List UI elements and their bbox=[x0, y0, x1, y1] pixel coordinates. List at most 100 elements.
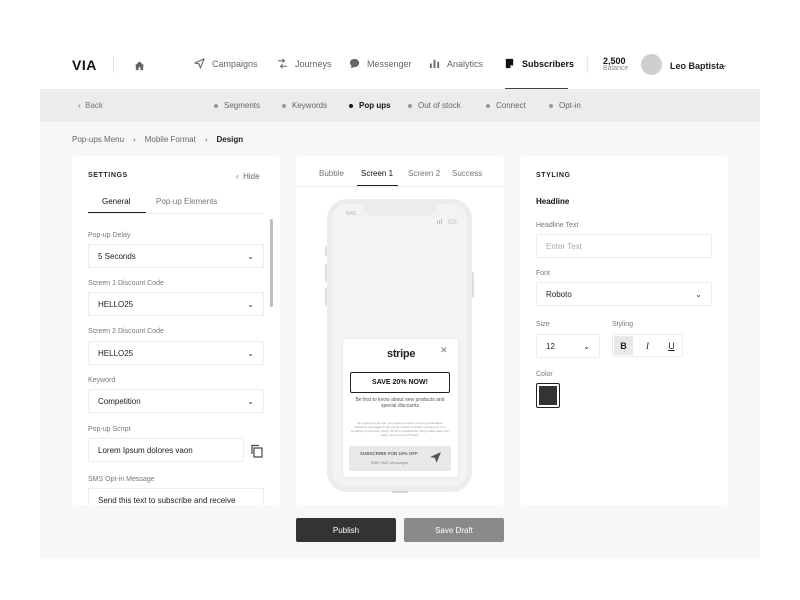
nav-messenger[interactable]: Messenger bbox=[349, 58, 412, 69]
breadcrumb-item[interactable]: Mobile Format bbox=[145, 135, 196, 144]
bold-button[interactable]: B bbox=[614, 336, 633, 355]
chevron-down-icon: ⌄ bbox=[247, 299, 254, 309]
select-value: Competition bbox=[98, 396, 141, 406]
size-select[interactable]: 12 ⌄ bbox=[536, 334, 600, 358]
hide-label: Hide bbox=[243, 172, 260, 181]
field-label: Color bbox=[536, 371, 553, 378]
popup-script-input[interactable]: Lorem Ipsum dolores vaon bbox=[88, 438, 244, 462]
nav-messenger-label: Messenger bbox=[367, 58, 412, 69]
field-label: Screen 2 Discount Code bbox=[88, 328, 164, 335]
phone-button bbox=[472, 272, 474, 298]
chevron-down-icon: ⌄ bbox=[247, 251, 254, 261]
styling-title: STYLING bbox=[536, 172, 571, 179]
balance-label: Balance bbox=[603, 65, 629, 72]
phone-home-indicator bbox=[392, 491, 408, 493]
popup-cta-button[interactable]: SAVE 20% NOW! bbox=[350, 372, 450, 393]
chevron-down-icon: ⌄ bbox=[583, 341, 590, 351]
tab-success[interactable]: Success bbox=[452, 169, 482, 178]
italic-button[interactable]: I bbox=[638, 336, 657, 355]
select-value: 5 Seconds bbox=[98, 251, 136, 261]
screen1-discount-select[interactable]: HELLO25 ⌄ bbox=[88, 292, 264, 316]
field-label: Font bbox=[536, 270, 551, 277]
input-value: Lorem Ipsum dolores vaon bbox=[98, 445, 193, 455]
underline-button[interactable]: U bbox=[662, 336, 681, 355]
nav-divider bbox=[113, 56, 114, 73]
back-link[interactable]: ‹ Back bbox=[78, 101, 103, 110]
sms-optin-textarea[interactable]: Send this text to subscribe and receive bbox=[88, 488, 264, 505]
copy-icon[interactable] bbox=[250, 444, 264, 458]
keyword-select[interactable]: Competition ⌄ bbox=[88, 389, 264, 413]
step-dot bbox=[486, 103, 490, 108]
color-picker[interactable] bbox=[536, 383, 560, 408]
nav-journeys-label: Journeys bbox=[295, 58, 332, 69]
styling-panel bbox=[520, 156, 728, 505]
font-select[interactable]: Roboto ⌄ bbox=[536, 282, 712, 306]
tab-screen-2[interactable]: Screen 2 bbox=[408, 169, 440, 178]
field-label: Styling bbox=[612, 321, 634, 328]
chevron-down-icon: ⌄ bbox=[247, 396, 254, 406]
chevron-right-icon: › bbox=[133, 135, 136, 144]
step-out-of-stock[interactable]: Out of stock bbox=[408, 101, 461, 110]
nav-subscribers[interactable]: Subscribers bbox=[504, 58, 574, 69]
balance: 2,500 Balance bbox=[603, 57, 628, 73]
step-opt-in[interactable]: Opt-in bbox=[549, 101, 581, 110]
nav-analytics-label: Analytics bbox=[447, 58, 484, 69]
headline-text-input[interactable]: Enter Text bbox=[536, 234, 712, 258]
popup-fine-print: By signing up via text, you agree to rec… bbox=[351, 421, 449, 437]
select-value: HELLO25 bbox=[98, 299, 134, 309]
step-dot bbox=[349, 103, 353, 108]
step-label: Pop ups bbox=[359, 101, 391, 110]
shuffle-icon bbox=[277, 58, 288, 69]
send-icon bbox=[194, 58, 205, 69]
phone-notch bbox=[363, 204, 437, 216]
popup-description: Be first to know about new products and … bbox=[355, 397, 445, 409]
subscribe-subtitle: With SMS Messages bbox=[371, 460, 409, 465]
tab-screen-1[interactable]: Screen 1 bbox=[361, 169, 393, 178]
tab-active-indicator bbox=[88, 212, 146, 213]
tab-popup-elements[interactable]: Pop-up Elements bbox=[156, 197, 217, 206]
home-icon[interactable] bbox=[134, 58, 145, 76]
step-dot bbox=[214, 103, 218, 108]
breadcrumb-current: Design bbox=[216, 135, 244, 144]
breadcrumb-item[interactable]: Pop-ups Menu bbox=[72, 135, 124, 144]
chevron-down-icon[interactable]: ⌄ bbox=[721, 60, 728, 69]
step-label: Out of stock bbox=[418, 101, 461, 110]
field-label: Pop-up Delay bbox=[88, 232, 131, 239]
tab-bubble[interactable]: Bubble bbox=[319, 169, 344, 178]
nav-analytics[interactable]: Analytics bbox=[429, 58, 483, 69]
step-pop-ups[interactable]: Pop ups bbox=[349, 101, 391, 110]
tab-general[interactable]: General bbox=[102, 197, 130, 206]
screen2-discount-select[interactable]: HELLO25 ⌄ bbox=[88, 341, 264, 365]
close-icon[interactable]: ✕ bbox=[440, 345, 448, 356]
settings-title: SETTINGS bbox=[88, 172, 128, 179]
field-label: Size bbox=[536, 321, 550, 328]
subscribe-title: SUBSCRIBE FOR 10% OFF bbox=[360, 451, 418, 456]
status-icons bbox=[437, 211, 457, 224]
subscribers-icon bbox=[505, 58, 514, 69]
chevron-right-icon: › bbox=[204, 135, 208, 144]
publish-button[interactable]: Publish bbox=[296, 518, 396, 542]
brand-logo: stripe bbox=[387, 348, 416, 360]
field-label: Headline Text bbox=[536, 222, 579, 229]
save-draft-button[interactable]: Save Draft bbox=[404, 518, 504, 542]
breadcrumb: Pop-ups Menu › Mobile Format › Design bbox=[72, 135, 243, 144]
step-label: Connect bbox=[496, 101, 526, 110]
nav-campaigns[interactable]: Campaigns bbox=[194, 58, 258, 69]
step-label: Segments bbox=[224, 101, 261, 110]
popup-delay-select[interactable]: 5 Seconds ⌄ bbox=[88, 244, 264, 268]
step-keywords[interactable]: Keywords bbox=[282, 101, 327, 110]
step-bar bbox=[40, 89, 760, 122]
nav-journeys[interactable]: Journeys bbox=[277, 58, 332, 69]
tab-divider bbox=[296, 186, 504, 187]
app-logo[interactable]: VIA bbox=[72, 57, 97, 73]
step-segments[interactable]: Segments bbox=[214, 101, 260, 110]
user-name[interactable]: Leo Baptista bbox=[670, 61, 724, 71]
scrollbar[interactable] bbox=[270, 219, 273, 307]
step-dot bbox=[408, 103, 412, 108]
hide-button[interactable]: ‹ Hide bbox=[236, 172, 260, 181]
avatar[interactable] bbox=[641, 54, 662, 75]
field-label: Pop-up Script bbox=[88, 426, 131, 433]
back-label: Back bbox=[85, 101, 103, 110]
step-connect[interactable]: Connect bbox=[486, 101, 526, 110]
step-label: Opt-in bbox=[559, 101, 581, 110]
